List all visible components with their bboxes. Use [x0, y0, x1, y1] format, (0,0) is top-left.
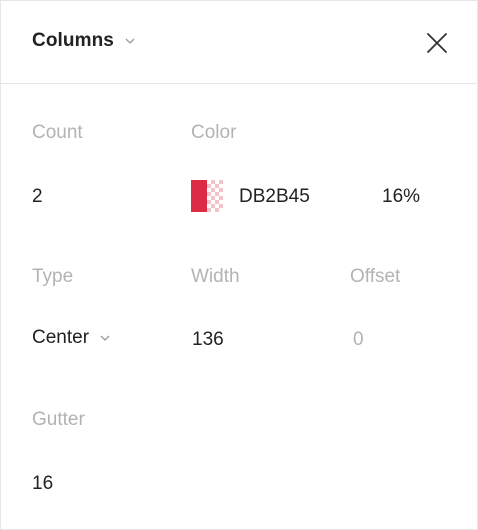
- count-input[interactable]: 2: [32, 186, 43, 208]
- color-opacity-input[interactable]: 16%: [382, 186, 420, 208]
- panel-title: Columns: [32, 30, 114, 51]
- color-swatch[interactable]: [191, 180, 223, 212]
- type-dropdown[interactable]: Center: [32, 327, 111, 349]
- panel-header: Columns: [1, 1, 477, 84]
- count-label: Count: [32, 122, 83, 143]
- width-label: Width: [191, 266, 240, 287]
- close-icon[interactable]: [425, 31, 449, 55]
- columns-panel: Columns Count Color 2 DB2B45 16% Type Wi…: [0, 0, 478, 530]
- type-value: Center: [32, 327, 90, 348]
- width-input[interactable]: 136: [192, 329, 224, 351]
- chevron-down-icon: [125, 38, 135, 44]
- color-label: Color: [191, 122, 237, 143]
- gutter-label: Gutter: [32, 409, 85, 430]
- offset-label: Offset: [350, 266, 401, 287]
- gutter-input[interactable]: 16: [32, 473, 53, 495]
- color-hex-input[interactable]: DB2B45: [239, 186, 310, 208]
- color-swatch-transparency: [207, 180, 223, 212]
- color-swatch-solid: [191, 180, 207, 212]
- layout-type-dropdown[interactable]: Columns: [32, 30, 136, 52]
- chevron-down-icon: [100, 335, 110, 341]
- offset-input[interactable]: 0: [353, 329, 364, 351]
- type-label: Type: [32, 266, 74, 287]
